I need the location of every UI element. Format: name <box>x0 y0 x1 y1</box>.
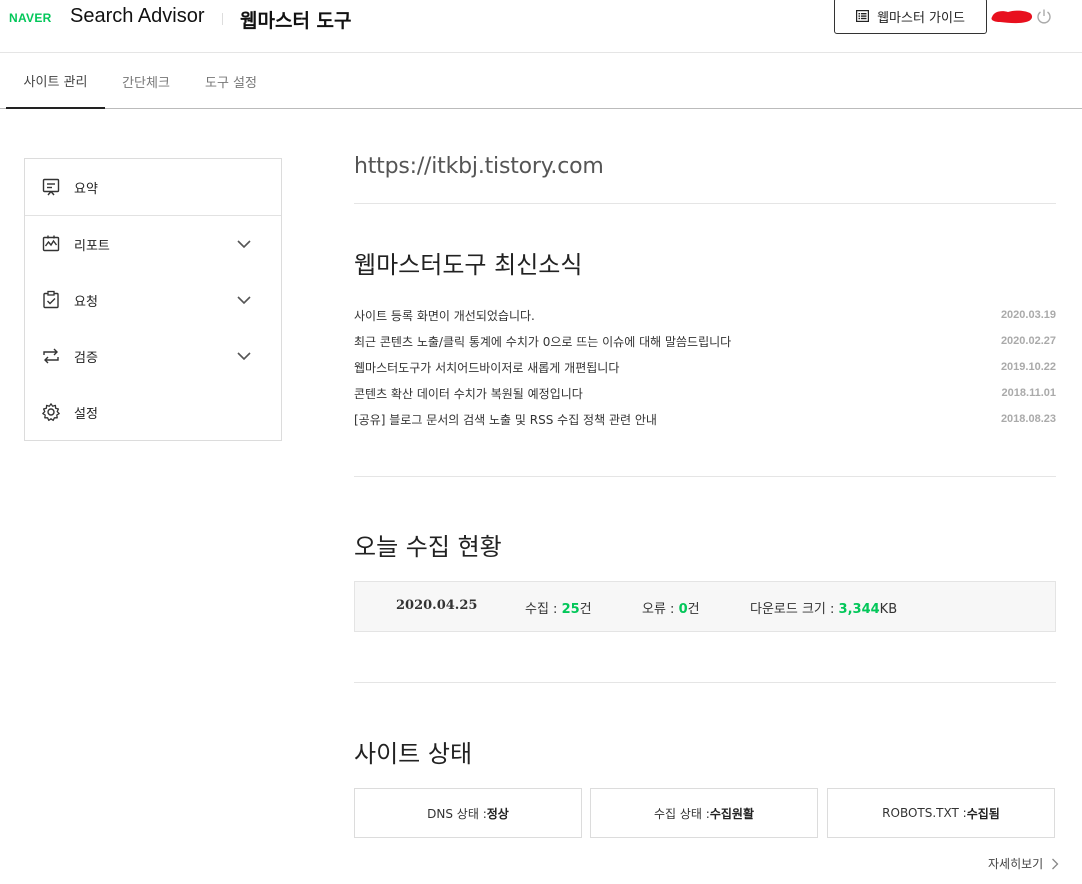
sidebar-item-label: 검증 <box>74 350 98 366</box>
top-header: NAVER Search Advisor 웹마스터 도구 웹마스터 가이드 <box>0 0 1082 53</box>
news-item: [공유] 블로그 문서의 검색 노출 및 RSS 수집 정책 관련 안내 201… <box>354 406 1056 432</box>
crawl-error-value: 0 <box>678 602 688 617</box>
crawl-download-size: 다운로드 크기 : 3,344KB <box>750 598 897 617</box>
view-details-link[interactable]: 자세히보기 <box>988 855 1059 872</box>
gear-icon <box>42 403 60 422</box>
report-chart-icon <box>42 235 60 252</box>
webmaster-guide-label: 웹마스터 가이드 <box>877 10 965 26</box>
tab-quick-check[interactable]: 간단체크 <box>110 53 182 109</box>
redacted-user-name <box>991 10 1033 24</box>
crawl-download-label: 다운로드 크기 : <box>750 602 839 617</box>
sidebar-item-summary[interactable]: 요약 <box>25 159 281 215</box>
section-divider <box>354 682 1056 683</box>
tool-title: 웹마스터 도구 <box>240 10 352 32</box>
sidebar-item-label: 리포트 <box>74 238 110 254</box>
crawl-date: 2020.04.25 <box>396 598 478 613</box>
news-item-date: 2020.02.27 <box>1000 335 1056 347</box>
news-item: 최근 콘텐츠 노출/클릭 통계에 수치가 0으로 뜨는 이슈에 대해 말씀드립니… <box>354 328 1056 354</box>
news-item-date: 2018.11.01 <box>1001 387 1056 399</box>
brand-title[interactable]: Search Advisor <box>70 5 205 28</box>
crawl-status-label: 수집 상태 : <box>653 806 710 821</box>
sidebar-item-report[interactable]: 리포트 <box>25 216 281 272</box>
tab-tool-settings[interactable]: 도구 설정 <box>193 53 269 109</box>
logout-power-icon[interactable] <box>1036 8 1052 24</box>
chevron-down-icon[interactable] <box>235 291 253 309</box>
sidebar-item-verify[interactable]: 검증 <box>25 328 281 384</box>
news-item-date: 2020.03.19 <box>1000 309 1056 321</box>
summary-board-icon <box>42 178 60 196</box>
site-url-title: https://itkbj.tistory.com <box>354 154 604 179</box>
news-item-title[interactable]: 콘텐츠 확산 데이터 수치가 복원될 예정입니다 <box>354 385 583 402</box>
dns-status-value: 정상 <box>486 806 509 821</box>
robots-status-box: ROBOTS.TXT : 수집됨 <box>827 788 1055 838</box>
view-details-label: 자세히보기 <box>988 857 1044 871</box>
webmaster-guide-button[interactable]: 웹마스터 가이드 <box>834 0 987 34</box>
site-status-section-title: 사이트 상태 <box>354 740 473 768</box>
sidebar-item-request[interactable]: 요청 <box>25 272 281 328</box>
chevron-down-icon[interactable] <box>235 347 253 365</box>
crawl-status-value: 수집원활 <box>709 806 754 821</box>
crawl-error-label: 오류 : <box>642 602 679 617</box>
main-tab-bar: 사이트 관리 간단체크 도구 설정 <box>0 53 1082 109</box>
news-item-title[interactable]: 사이트 등록 화면이 개선되었습니다. <box>354 307 535 324</box>
sidebar-item-label: 요약 <box>74 181 98 197</box>
crawl-collected-unit: 건 <box>579 602 592 617</box>
news-item-date: 2018.08.23 <box>1000 413 1056 425</box>
crawl-summary-box: 2020.04.25 수집 : 25건 오류 : 0건 다운로드 크기 : 3,… <box>354 581 1056 632</box>
crawl-download-unit: KB <box>879 602 898 617</box>
chevron-right-icon <box>1052 858 1059 869</box>
news-item: 사이트 등록 화면이 개선되었습니다. 2020.03.19 <box>354 302 1056 328</box>
chevron-down-icon[interactable] <box>235 235 253 253</box>
sidebar-item-label: 설정 <box>74 406 98 422</box>
crawl-section-title: 오늘 수집 현황 <box>354 533 502 561</box>
news-item: 웹마스터도구가 서치어드바이저로 새롭게 개편됩니다 2019.10.22 <box>354 354 1056 380</box>
verify-arrows-icon <box>43 348 59 364</box>
crawl-status-box: 수집 상태 : 수집원활 <box>590 788 818 838</box>
news-item-title[interactable]: 최근 콘텐츠 노출/클릭 통계에 수치가 0으로 뜨는 이슈에 대해 말씀드립니… <box>354 333 731 350</box>
news-item: 콘텐츠 확산 데이터 수치가 복원될 예정입니다 2018.11.01 <box>354 380 1056 406</box>
crawl-error-unit: 건 <box>687 602 700 617</box>
news-item-date: 2019.10.22 <box>1000 361 1056 373</box>
sidebar-item-settings[interactable]: 설정 <box>25 384 281 440</box>
section-divider <box>354 476 1056 477</box>
dns-status-label: DNS 상태 : <box>427 806 487 821</box>
tab-site-management[interactable]: 사이트 관리 <box>6 53 105 109</box>
document-list-icon <box>856 10 870 22</box>
sidebar-item-label: 요청 <box>74 294 98 310</box>
crawl-error: 오류 : 0건 <box>642 598 700 617</box>
crawl-collected: 수집 : 25건 <box>525 598 592 617</box>
news-section-title: 웹마스터도구 최신소식 <box>354 251 583 279</box>
crawl-download-value: 3,344 <box>838 602 880 617</box>
request-clipboard-icon <box>43 290 59 309</box>
dns-status-box: DNS 상태 : 정상 <box>354 788 582 838</box>
section-divider <box>354 203 1056 204</box>
robots-status-value: 수집됨 <box>966 806 1000 821</box>
crawl-collected-value: 25 <box>561 602 580 617</box>
naver-logo[interactable]: NAVER <box>9 11 52 25</box>
sidebar-menu: 요약 리포트 요청 검증 설정 <box>24 158 282 441</box>
robots-status-label: ROBOTS.TXT : <box>882 806 967 820</box>
news-item-title[interactable]: [공유] 블로그 문서의 검색 노출 및 RSS 수집 정책 관련 안내 <box>354 411 657 428</box>
news-item-title[interactable]: 웹마스터도구가 서치어드바이저로 새롭게 개편됩니다 <box>354 359 619 376</box>
crawl-collected-label: 수집 : <box>525 602 562 617</box>
brand-separator <box>222 13 223 25</box>
